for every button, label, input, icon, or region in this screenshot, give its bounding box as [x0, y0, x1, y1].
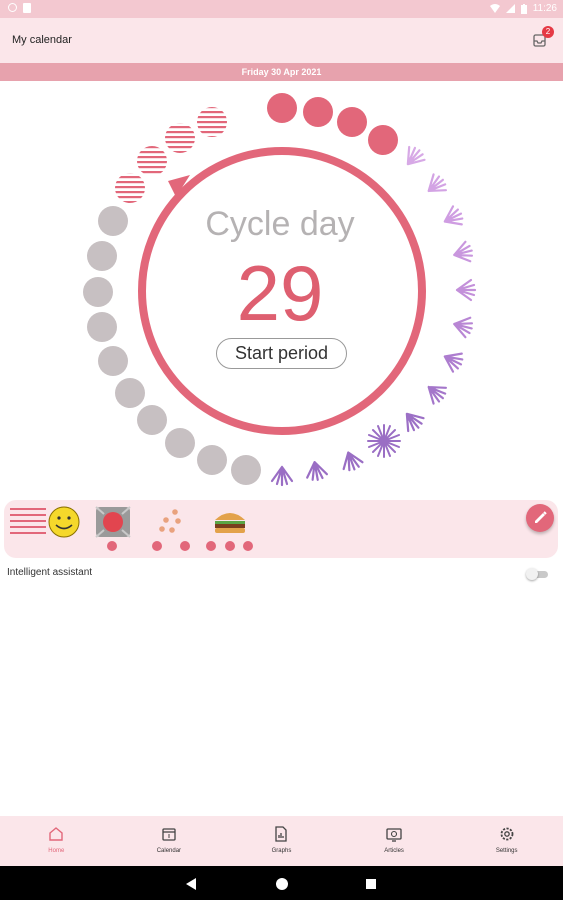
- cycle-day-label: Cycle day: [205, 205, 355, 243]
- graphs-icon: [275, 826, 288, 842]
- cycle-day-dot[interactable]: [115, 378, 145, 408]
- nav-label: Settings: [495, 848, 518, 854]
- status-bar: 11:26: [0, 0, 563, 18]
- fertile-leaf-icon[interactable]: [423, 379, 449, 406]
- current-date: Friday 30 Apr 2021: [0, 63, 563, 81]
- nav-home[interactable]: Home: [0, 816, 113, 866]
- app-bar: My calendar 2: [0, 18, 563, 63]
- nav-label: Calendar: [156, 848, 182, 854]
- pimples-icon[interactable]: [159, 509, 181, 533]
- sd-card-status-icon: [23, 3, 31, 13]
- predicted-day-dot[interactable]: [115, 173, 145, 203]
- period-day-dot[interactable]: [337, 107, 367, 137]
- flow-lines-icon[interactable]: [10, 508, 46, 534]
- cycle-day-dot[interactable]: [98, 346, 128, 376]
- severity-dot: [107, 541, 117, 551]
- app-title: My calendar: [12, 34, 72, 46]
- cycle-day-number: 29: [236, 249, 324, 337]
- fertile-leaf-icon[interactable]: [452, 240, 474, 265]
- period-day-dot[interactable]: [267, 93, 297, 123]
- fertile-leaf-icon[interactable]: [440, 348, 465, 374]
- wifi-icon: [489, 4, 500, 13]
- signal-icon: [505, 4, 515, 13]
- severity-dot: [243, 541, 253, 551]
- cycle-day-dot[interactable]: [137, 405, 167, 435]
- settings-icon: [500, 827, 514, 841]
- nav-label: Articles: [384, 848, 404, 854]
- calendar-icon: [162, 828, 176, 841]
- ovulation-star-icon[interactable]: [367, 424, 401, 458]
- cycle-day-dot[interactable]: [197, 445, 227, 475]
- predicted-day-dot[interactable]: [137, 146, 167, 176]
- notification-badge: 2: [542, 26, 554, 38]
- back-icon[interactable]: [186, 878, 196, 890]
- period-day-dot[interactable]: [303, 97, 333, 127]
- pencil-icon: [535, 511, 547, 523]
- recents-icon[interactable]: [366, 879, 376, 889]
- start-period-button[interactable]: Start period: [216, 338, 347, 369]
- nav-label: Home: [48, 848, 65, 854]
- battery-icon: [520, 3, 527, 14]
- fertile-leaf-icon[interactable]: [399, 407, 426, 434]
- intelligent-assistant-label: Intelligent assistant: [7, 567, 93, 578]
- burger-icon[interactable]: [215, 513, 245, 533]
- cycle-day-dot[interactable]: [87, 312, 117, 342]
- status-time: 11:26: [532, 3, 557, 14]
- settings-status-icon: [8, 3, 17, 12]
- period-day-dot[interactable]: [368, 125, 398, 155]
- articles-icon: [386, 828, 402, 842]
- cramp-icon[interactable]: [95, 506, 131, 538]
- nav-articles[interactable]: Articles: [338, 816, 451, 866]
- nav-calendar[interactable]: Calendar: [113, 816, 226, 866]
- daily-symptoms-card[interactable]: [4, 500, 558, 558]
- cycle-day-dot[interactable]: [98, 206, 128, 236]
- edit-symptoms-button[interactable]: [526, 504, 554, 532]
- home-button-icon[interactable]: [276, 878, 288, 890]
- nav-label: Graphs: [271, 848, 292, 854]
- fertile-leaf-icon[interactable]: [423, 172, 449, 199]
- cycle-day-dot[interactable]: [165, 428, 195, 458]
- cycle-day-dot[interactable]: [87, 241, 117, 271]
- fertile-leaf-icon[interactable]: [270, 465, 294, 487]
- fertile-leaf-icon[interactable]: [400, 144, 427, 171]
- fertile-leaf-icon[interactable]: [452, 314, 474, 339]
- severity-dot: [180, 541, 190, 551]
- nav-settings[interactable]: Settings: [450, 816, 563, 866]
- notifications-button[interactable]: 2: [531, 26, 554, 49]
- cycle-day-dot[interactable]: [83, 277, 113, 307]
- severity-dot: [225, 541, 235, 551]
- bottom-navigation: Home Calendar Graphs Articles Settings: [0, 816, 563, 866]
- smiley-icon[interactable]: [48, 506, 80, 538]
- severity-dot: [206, 541, 216, 551]
- cycle-day-dot[interactable]: [231, 455, 261, 485]
- fertile-leaf-icon[interactable]: [305, 460, 328, 481]
- system-navigation-bar: [0, 866, 563, 900]
- fertile-leaf-icon[interactable]: [339, 449, 364, 473]
- intelligent-assistant-toggle[interactable]: [526, 568, 548, 580]
- fertile-leaf-icon[interactable]: [455, 278, 477, 302]
- nav-graphs[interactable]: Graphs: [225, 816, 338, 866]
- severity-dot: [152, 541, 162, 551]
- predicted-day-dot[interactable]: [165, 123, 195, 153]
- predicted-day-dot[interactable]: [197, 107, 227, 137]
- home-icon: [49, 827, 63, 841]
- fertile-leaf-icon[interactable]: [440, 205, 465, 231]
